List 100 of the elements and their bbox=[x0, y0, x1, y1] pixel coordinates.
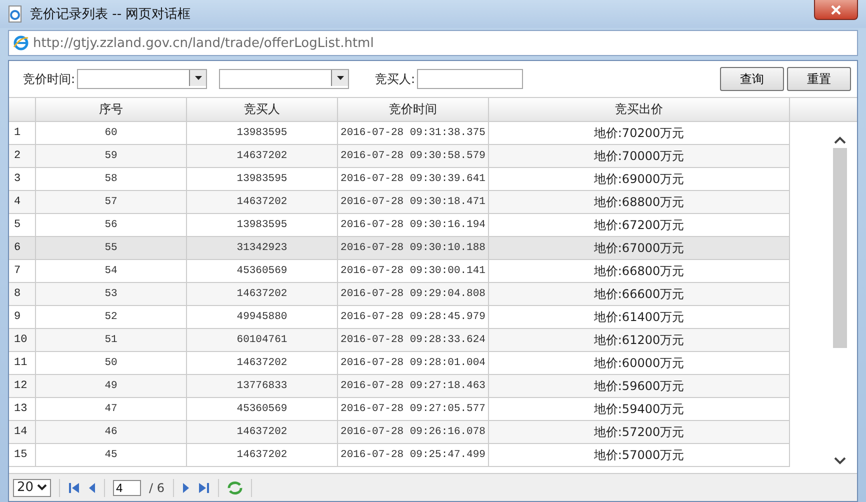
table-cell: 地价:69000万元 bbox=[489, 168, 790, 190]
dropdown-arrow-icon bbox=[336, 76, 344, 80]
bid-time-label: 竞价时间: bbox=[23, 70, 76, 88]
row-number: 9 bbox=[9, 306, 36, 328]
table-cell: 2016-07-28 09:30:10.188 bbox=[338, 237, 489, 259]
table-row[interactable]: 2 59 14637202 2016-07-28 09:30:58.579 地价:70000万元 bbox=[9, 145, 790, 168]
table-row[interactable]: 14 46 14637202 2016-07-28 09:26:16.078 地价:57200万元 bbox=[9, 421, 790, 444]
window-title: 竞价记录列表 -- 网页对话框 bbox=[30, 6, 191, 23]
table-row[interactable]: 10 51 60104761 2016-07-28 09:28:33.624 地价:61200万元 bbox=[9, 329, 790, 352]
browser-icon bbox=[13, 35, 29, 51]
table-row[interactable]: 1 60 13983595 2016-07-28 09:31:38.375 地价:70200万元 bbox=[9, 122, 790, 145]
dropdown-arrow-icon bbox=[194, 76, 202, 80]
previous-page-icon[interactable] bbox=[88, 482, 96, 494]
table-cell: 52 bbox=[36, 306, 187, 328]
page-number-field[interactable]: 4 bbox=[113, 480, 141, 496]
scroll-down-icon[interactable] bbox=[834, 457, 846, 465]
table-cell: 2016-07-28 09:28:01.004 bbox=[338, 352, 489, 374]
row-number: 10 bbox=[9, 329, 36, 351]
table-row[interactable]: 15 45 14637202 2016-07-28 09:25:47.499 地价:57000万元 bbox=[9, 444, 790, 467]
table-cell: 地价:70200万元 bbox=[489, 122, 790, 144]
table-cell: 2016-07-28 09:30:00.141 bbox=[338, 260, 489, 282]
table-cell: 2016-07-28 09:30:16.194 bbox=[338, 214, 489, 236]
table-cell: 50 bbox=[36, 352, 187, 374]
table-row[interactable]: 6 55 31342923 2016-07-28 09:30:10.188 地价:67000万元 bbox=[9, 237, 790, 260]
table-cell: 14637202 bbox=[187, 145, 338, 167]
table-row[interactable]: 11 50 14637202 2016-07-28 09:28:01.004 地价:60000万元 bbox=[9, 352, 790, 375]
table-cell: 地价:57200万元 bbox=[489, 421, 790, 443]
table-cell: 地价:59400万元 bbox=[489, 398, 790, 420]
table-cell: 地价:66600万元 bbox=[489, 283, 790, 305]
row-number: 2 bbox=[9, 145, 36, 167]
table-cell: 地价:66800万元 bbox=[489, 260, 790, 282]
row-number: 8 bbox=[9, 283, 36, 305]
page-size-select[interactable]: 20 bbox=[13, 478, 51, 496]
table-cell: 31342923 bbox=[187, 237, 338, 259]
date-from-dropdown[interactable] bbox=[77, 69, 208, 89]
table-cell: 2016-07-28 09:30:18.471 bbox=[338, 191, 489, 213]
table-cell: 58 bbox=[36, 168, 187, 190]
row-number: 6 bbox=[9, 237, 36, 259]
table-cell: 2016-07-28 09:28:33.624 bbox=[338, 329, 489, 351]
next-page-icon[interactable] bbox=[182, 482, 190, 494]
table-cell: 13983595 bbox=[187, 168, 338, 190]
table-row[interactable]: 12 49 13776833 2016-07-28 09:27:18.463 地价:59600万元 bbox=[9, 375, 790, 398]
table-cell: 13983595 bbox=[187, 214, 338, 236]
table-cell: 45360569 bbox=[187, 398, 338, 420]
table-cell: 地价:67000万元 bbox=[489, 237, 790, 259]
table-row[interactable]: 5 56 13983595 2016-07-28 09:30:16.194 地价:67200万元 bbox=[9, 214, 790, 237]
table-row[interactable]: 3 58 13983595 2016-07-28 09:30:39.641 地价:69000万元 bbox=[9, 168, 790, 191]
column-header[interactable]: 竞买人 bbox=[187, 98, 338, 122]
table-cell: 49 bbox=[36, 375, 187, 397]
page-count: / 6 bbox=[149, 480, 164, 494]
scroll-up-icon[interactable] bbox=[834, 136, 846, 144]
row-number: 13 bbox=[9, 398, 36, 420]
close-button[interactable] bbox=[814, 0, 858, 20]
table-cell: 2016-07-28 09:30:39.641 bbox=[338, 168, 489, 190]
scrollbar-thumb[interactable] bbox=[833, 148, 847, 348]
reset-button[interactable]: 重置 bbox=[787, 67, 851, 91]
table-cell: 14637202 bbox=[187, 421, 338, 443]
table-cell: 60 bbox=[36, 122, 187, 144]
table-cell: 地价:57000万元 bbox=[489, 444, 790, 466]
table-cell: 地价:70000万元 bbox=[489, 145, 790, 167]
table-cell: 55 bbox=[36, 237, 187, 259]
column-header[interactable]: 竞买出价 bbox=[489, 98, 790, 122]
table-cell: 13983595 bbox=[187, 122, 338, 144]
table-cell: 2016-07-28 09:27:18.463 bbox=[338, 375, 489, 397]
chevron-down-icon bbox=[37, 484, 47, 491]
row-number: 3 bbox=[9, 168, 36, 190]
row-number: 15 bbox=[9, 444, 36, 466]
page-icon bbox=[8, 5, 24, 23]
buyer-input[interactable] bbox=[417, 69, 524, 89]
column-header[interactable]: 竞价时间 bbox=[338, 98, 489, 122]
query-button[interactable]: 查询 bbox=[720, 67, 784, 91]
table-cell: 地价:61400万元 bbox=[489, 306, 790, 328]
date-to-dropdown[interactable] bbox=[219, 69, 350, 89]
table-cell: 2016-07-28 09:25:47.499 bbox=[338, 444, 489, 466]
table-cell: 14637202 bbox=[187, 444, 338, 466]
table-cell: 2016-07-28 09:27:05.577 bbox=[338, 398, 489, 420]
refresh-icon[interactable] bbox=[226, 480, 242, 494]
row-number: 4 bbox=[9, 191, 36, 213]
table-cell: 59 bbox=[36, 145, 187, 167]
first-page-icon[interactable] bbox=[68, 482, 80, 494]
table-cell: 2016-07-28 09:29:04.808 bbox=[338, 283, 489, 305]
table-cell: 49945880 bbox=[187, 306, 338, 328]
table-cell: 地价:59600万元 bbox=[489, 375, 790, 397]
table-row[interactable]: 7 54 45360569 2016-07-28 09:30:00.141 地价:66800万元 bbox=[9, 260, 790, 283]
table-row[interactable]: 4 57 14637202 2016-07-28 09:30:18.471 地价:68800万元 bbox=[9, 191, 790, 214]
table-row[interactable]: 9 52 49945880 2016-07-28 09:28:45.979 地价:61400万元 bbox=[9, 306, 790, 329]
table-cell: 53 bbox=[36, 283, 187, 305]
table-row[interactable]: 13 47 45360569 2016-07-28 09:27:05.577 地价:59400万元 bbox=[9, 398, 790, 421]
last-page-icon[interactable] bbox=[198, 482, 210, 494]
table-cell: 47 bbox=[36, 398, 187, 420]
row-number: 14 bbox=[9, 421, 36, 443]
table-cell: 57 bbox=[36, 191, 187, 213]
close-icon[interactable] bbox=[830, 4, 842, 14]
table-cell: 2016-07-28 09:28:45.979 bbox=[338, 306, 489, 328]
table-cell: 地价:60000万元 bbox=[489, 352, 790, 374]
table-cell: 2016-07-28 09:26:16.078 bbox=[338, 421, 489, 443]
buyer-label: 竞买人: bbox=[375, 70, 416, 88]
row-number: 7 bbox=[9, 260, 36, 282]
column-header[interactable]: 序号 bbox=[36, 98, 187, 122]
table-row[interactable]: 8 53 14637202 2016-07-28 09:29:04.808 地价:66600万元 bbox=[9, 283, 790, 306]
